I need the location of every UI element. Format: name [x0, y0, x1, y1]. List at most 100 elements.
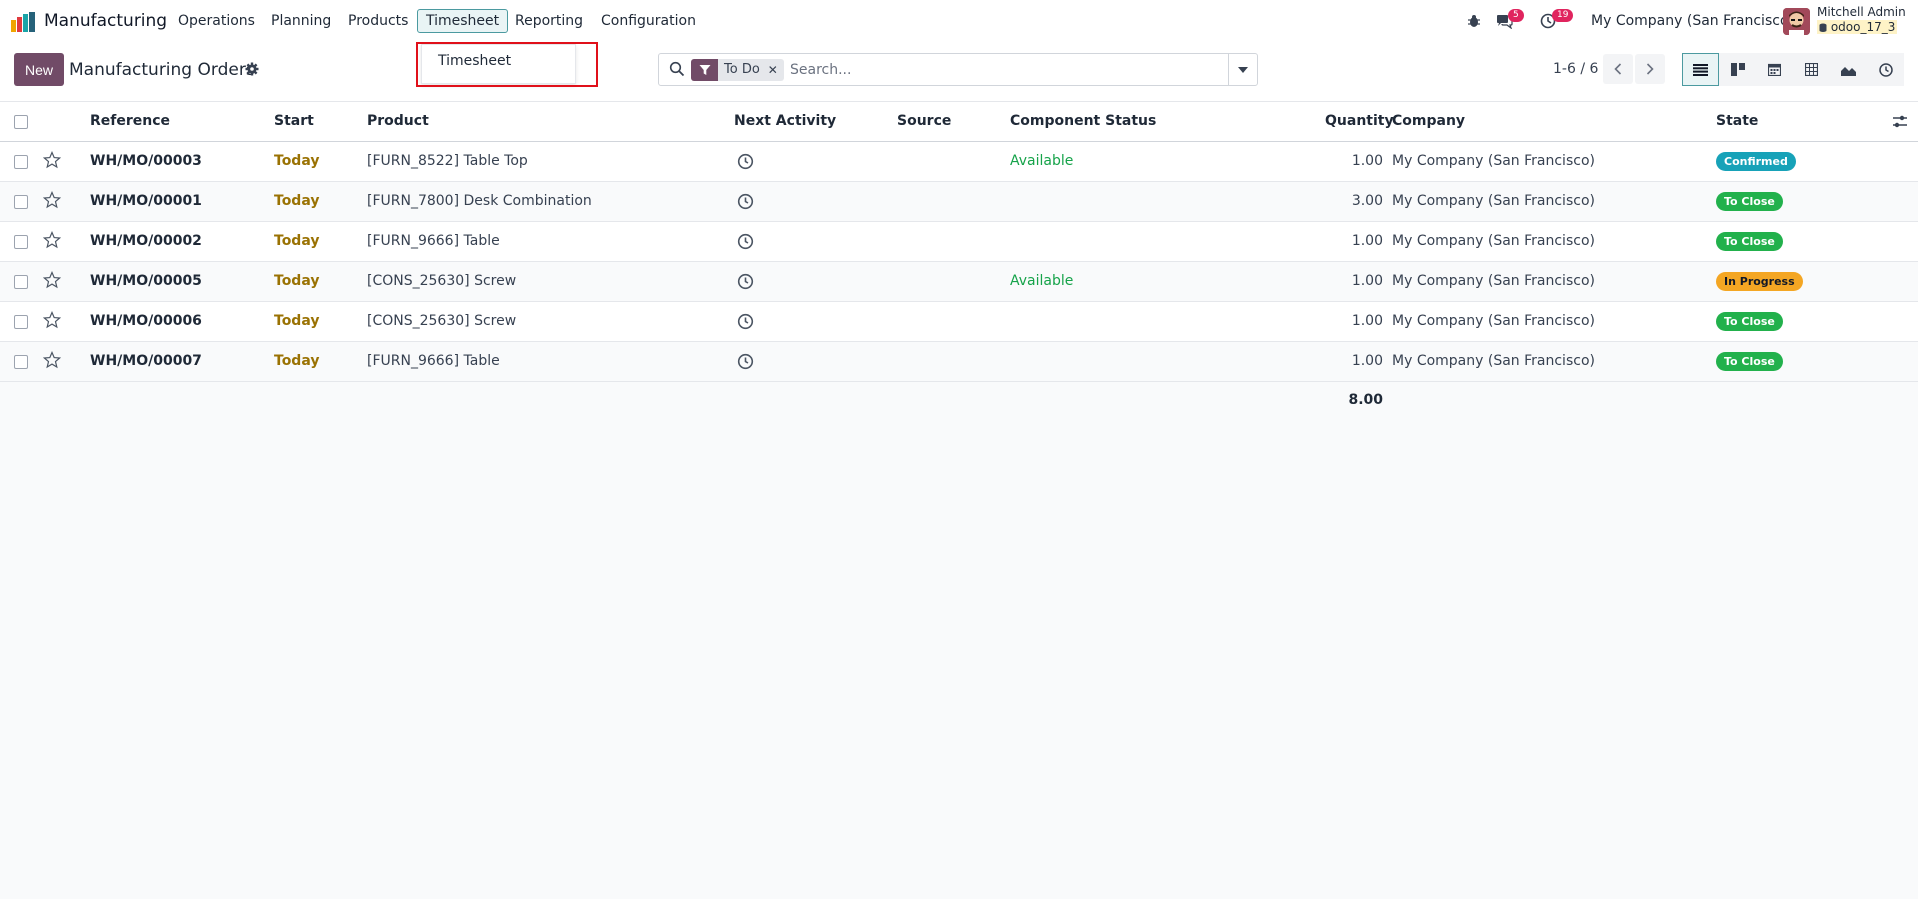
pager-value[interactable]: 1-6 / 6: [1553, 61, 1598, 77]
quantity-cell: 1.00: [1351, 353, 1383, 369]
column-start[interactable]: Start: [274, 113, 314, 129]
column-component-status[interactable]: Component Status: [1010, 113, 1156, 129]
row-checkbox[interactable]: [14, 355, 28, 369]
menu-configuration[interactable]: Configuration: [601, 13, 696, 29]
menu-products[interactable]: Products: [348, 13, 408, 29]
column-next-activity[interactable]: Next Activity: [734, 113, 836, 129]
column-state[interactable]: State: [1716, 113, 1758, 129]
user-avatar[interactable]: [1783, 8, 1810, 35]
menu-operations[interactable]: Operations: [178, 13, 255, 29]
column-reference[interactable]: Reference: [90, 113, 170, 129]
priority-star-icon[interactable]: [43, 271, 61, 289]
user-name[interactable]: Mitchell Admin: [1817, 5, 1906, 19]
company-switcher[interactable]: My Company (San Francisco): [1591, 13, 1794, 29]
reference-cell: WH/MO/00003: [90, 153, 202, 169]
table-row[interactable]: WH/MO/00001 Today [FURN_7800] Desk Combi…: [0, 182, 1918, 222]
search-facet-label: To Do: [724, 62, 760, 77]
priority-star-icon[interactable]: [43, 351, 61, 369]
kanban-view-button[interactable]: [1719, 53, 1756, 86]
start-cell: Today: [274, 193, 320, 209]
table-row[interactable]: WH/MO/00007 Today [FURN_9666] Table 1.00…: [0, 342, 1918, 382]
search-input[interactable]: [790, 60, 1210, 80]
control-panel: New Manufacturing Orders To Do ✕ Search.…: [0, 44, 1918, 102]
calendar-icon: [1768, 63, 1781, 76]
app-name[interactable]: Manufacturing: [44, 11, 167, 31]
graph-view-button[interactable]: [1830, 53, 1867, 86]
pivot-view-button[interactable]: [1793, 53, 1830, 86]
select-all-checkbox[interactable]: [14, 115, 28, 129]
priority-star-icon[interactable]: [43, 231, 61, 249]
bug-icon[interactable]: [1467, 14, 1481, 28]
timesheet-dropdown-menu: Timesheet: [421, 44, 576, 84]
top-navbar: Manufacturing Operations Planning Produc…: [0, 0, 1918, 44]
activity-clock-icon[interactable]: [737, 233, 754, 250]
component-status-cell: Available: [1010, 273, 1074, 289]
remove-facet-icon[interactable]: ✕: [768, 59, 778, 81]
menu-planning[interactable]: Planning: [271, 13, 331, 29]
row-checkbox[interactable]: [14, 195, 28, 209]
company-cell: My Company (San Francisco): [1392, 153, 1595, 169]
product-cell: [CONS_25630] Screw: [367, 313, 517, 329]
search-options-toggle[interactable]: [1228, 54, 1257, 85]
table-row[interactable]: WH/MO/00006 Today [CONS_25630] Screw 1.0…: [0, 302, 1918, 342]
column-product[interactable]: Product: [367, 113, 429, 129]
menu-reporting[interactable]: Reporting: [515, 13, 583, 29]
start-cell: Today: [274, 273, 320, 289]
row-checkbox[interactable]: [14, 275, 28, 289]
view-switcher: [1682, 53, 1904, 86]
priority-star-icon[interactable]: [43, 151, 61, 169]
list-icon: [1693, 63, 1708, 76]
search-icon[interactable]: [669, 61, 685, 77]
company-cell: My Company (San Francisco): [1392, 353, 1595, 369]
start-cell: Today: [274, 153, 320, 169]
database-name: odoo_17_3: [1817, 20, 1898, 34]
column-quantity[interactable]: Quantity: [1325, 113, 1394, 129]
menu-timesheet[interactable]: Timesheet: [417, 9, 509, 33]
database-name-label: odoo_17_3: [1830, 20, 1896, 34]
pager-previous-button[interactable]: [1603, 54, 1633, 84]
reference-cell: WH/MO/00007: [90, 353, 202, 369]
dropdown-item-timesheet[interactable]: Timesheet: [438, 53, 511, 69]
activity-view-button[interactable]: [1867, 53, 1904, 86]
product-cell: [FURN_9666] Table: [367, 233, 500, 249]
table-row[interactable]: WH/MO/00002 Today [FURN_9666] Table 1.00…: [0, 222, 1918, 262]
column-company[interactable]: Company: [1392, 113, 1465, 129]
chevron-right-icon: [1646, 63, 1654, 75]
kanban-icon: [1730, 63, 1745, 76]
table-row[interactable]: WH/MO/00003 Today [FURN_8522] Table Top …: [0, 142, 1918, 182]
manufacturing-app-icon[interactable]: [11, 12, 37, 32]
activity-clock-icon[interactable]: [737, 153, 754, 170]
gear-icon[interactable]: [245, 62, 259, 76]
activities-count-badge: 19: [1552, 9, 1574, 22]
row-checkbox[interactable]: [14, 315, 28, 329]
quantity-cell: 3.00: [1351, 193, 1383, 209]
page-title: Manufacturing Orders: [69, 60, 255, 80]
priority-star-icon[interactable]: [43, 191, 61, 209]
quantity-cell: 1.00: [1351, 233, 1383, 249]
table-header: Reference Start Product Next Activity So…: [0, 102, 1918, 142]
optional-columns-toggle-icon[interactable]: [1892, 115, 1908, 129]
row-checkbox[interactable]: [14, 155, 28, 169]
filter-icon: [691, 59, 718, 81]
product-cell: [FURN_8522] Table Top: [367, 153, 528, 169]
table-row[interactable]: WH/MO/00005 Today [CONS_25630] Screw Ava…: [0, 262, 1918, 302]
quantity-cell: 1.00: [1351, 153, 1383, 169]
activity-clock-icon[interactable]: [737, 353, 754, 370]
priority-star-icon[interactable]: [43, 311, 61, 329]
state-badge: To Close: [1716, 232, 1783, 251]
company-cell: My Company (San Francisco): [1392, 313, 1595, 329]
pager-next-button[interactable]: [1635, 54, 1665, 84]
activity-clock-icon[interactable]: [737, 273, 754, 290]
area-chart-icon: [1841, 66, 1856, 76]
row-checkbox[interactable]: [14, 235, 28, 249]
column-source[interactable]: Source: [897, 113, 951, 129]
calendar-view-button[interactable]: [1756, 53, 1793, 86]
company-cell: My Company (San Francisco): [1392, 233, 1595, 249]
database-icon: [1819, 23, 1827, 32]
activity-clock-icon[interactable]: [737, 193, 754, 210]
search-facet-todo: To Do ✕: [691, 59, 784, 81]
reference-cell: WH/MO/00006: [90, 313, 202, 329]
activity-clock-icon[interactable]: [737, 313, 754, 330]
new-button[interactable]: New: [14, 53, 64, 86]
list-view-button[interactable]: [1682, 53, 1719, 86]
